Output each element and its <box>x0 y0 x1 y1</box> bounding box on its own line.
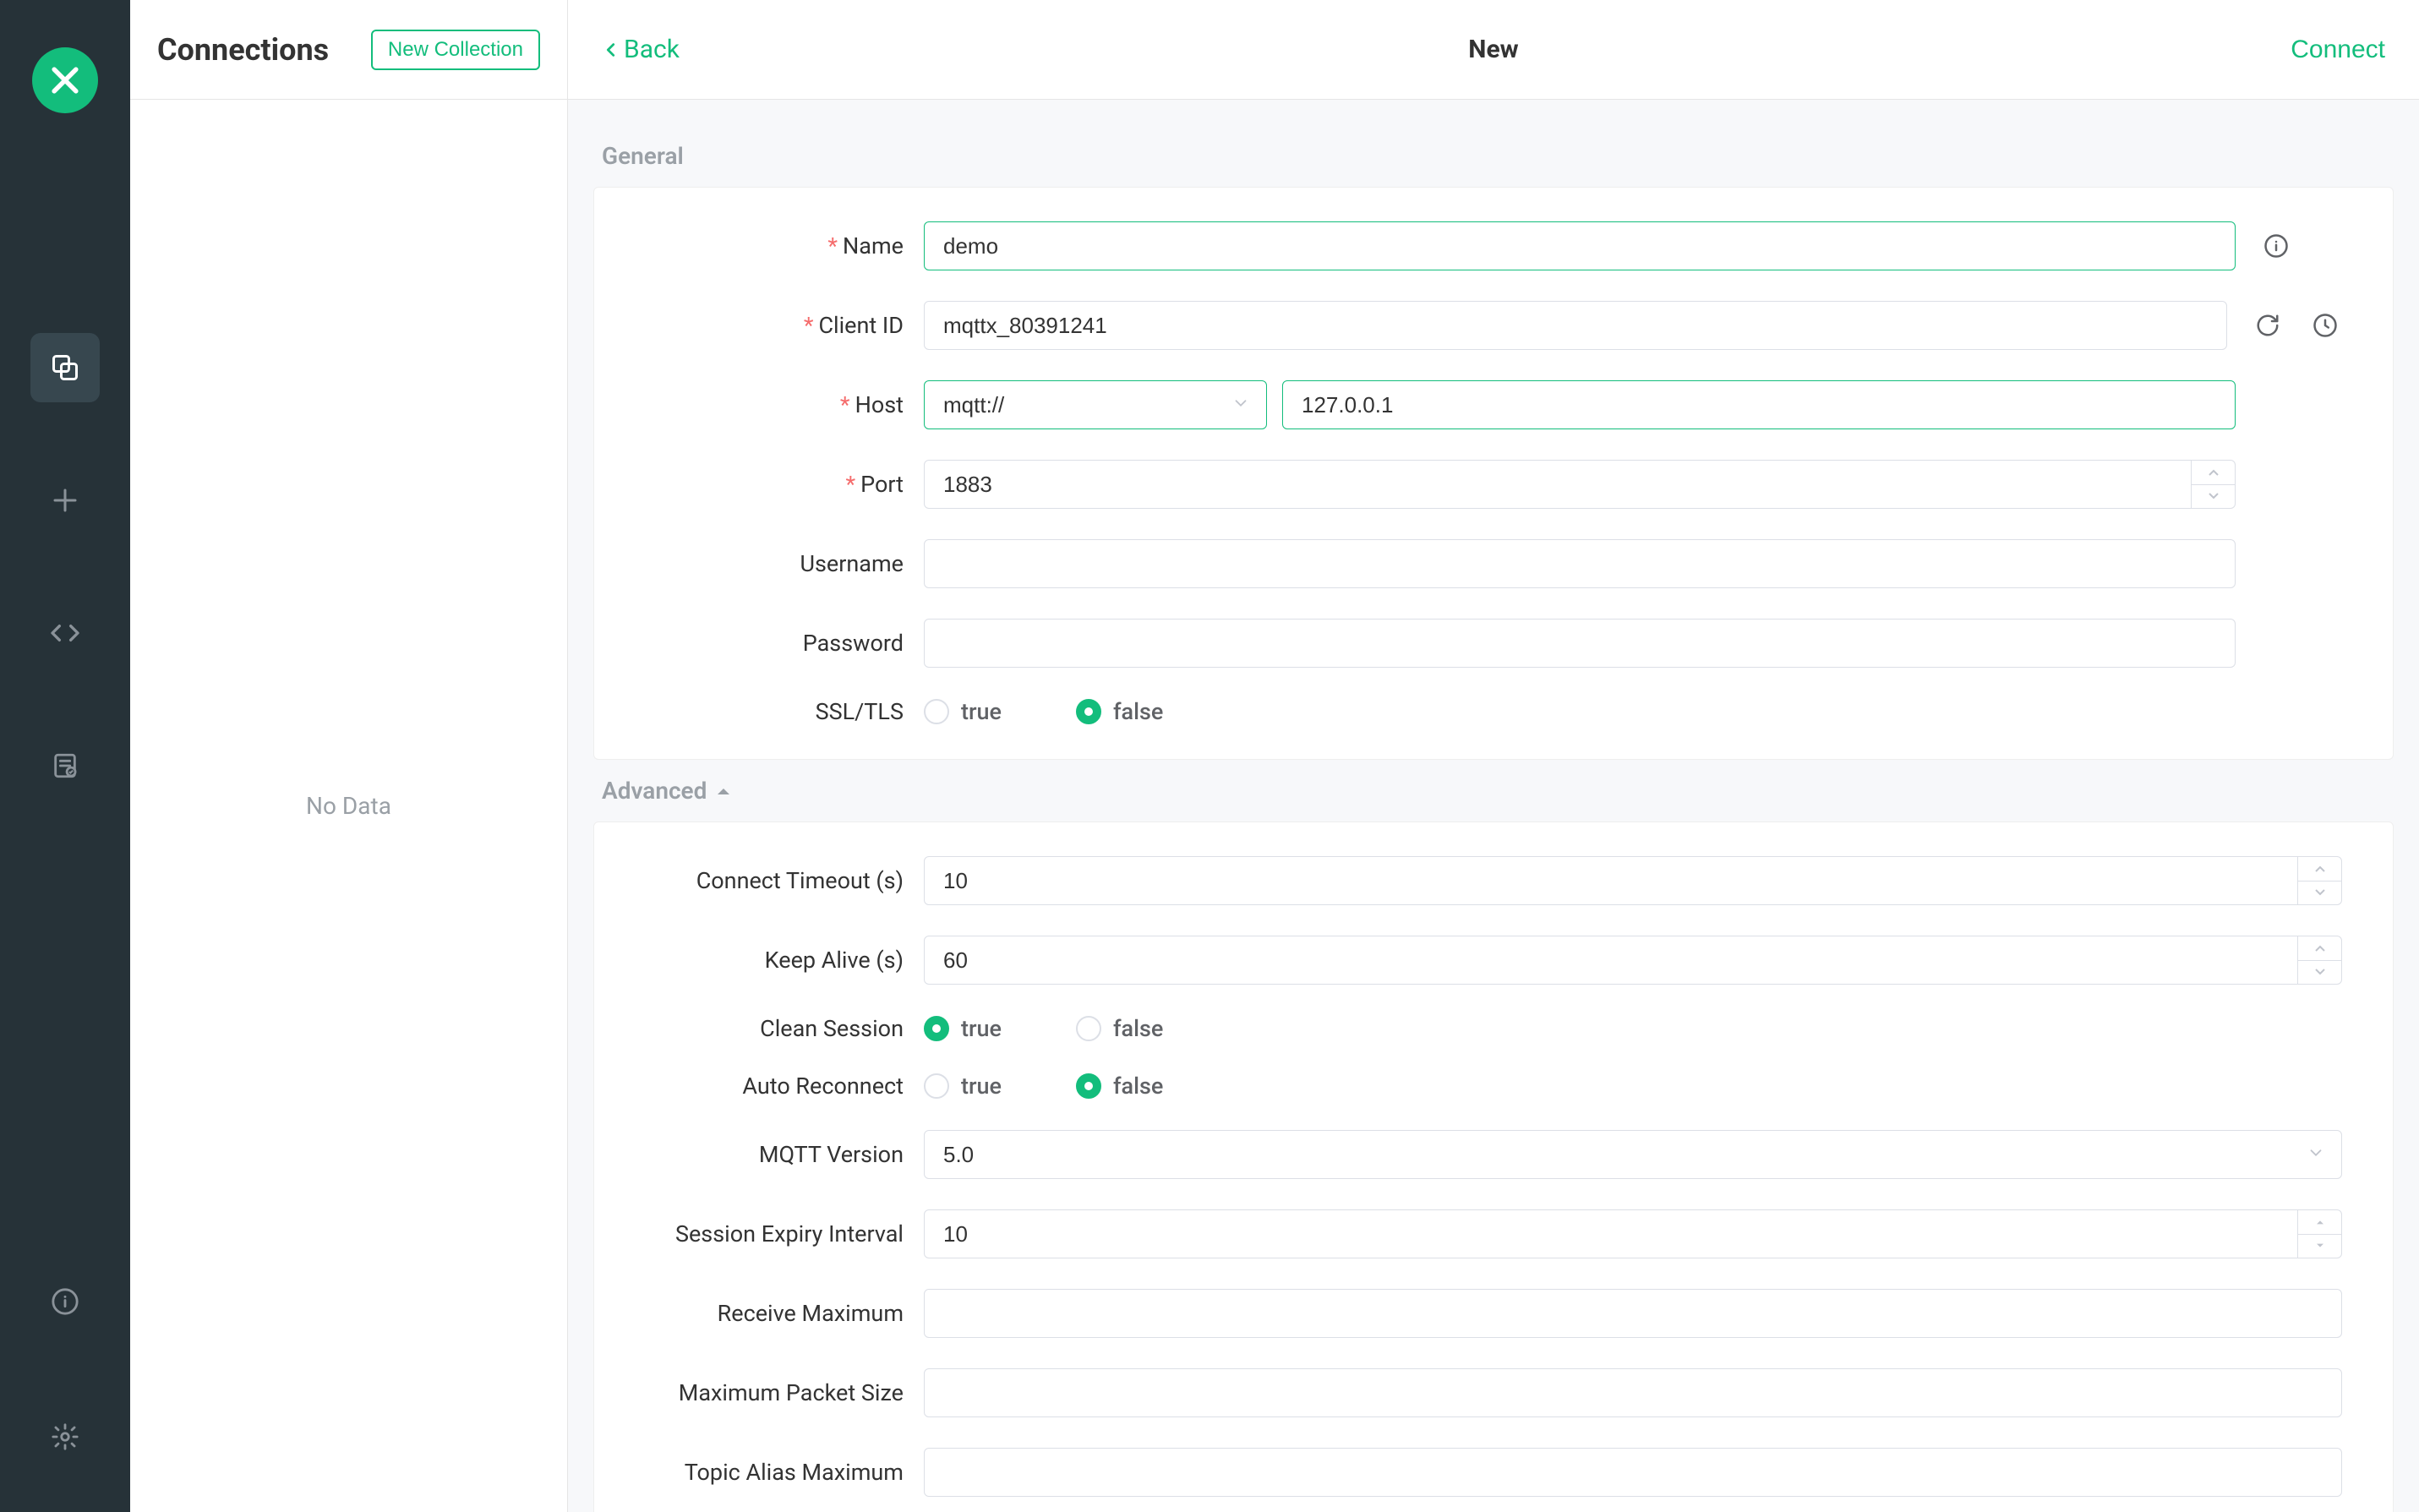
page-title: New <box>1468 35 1518 64</box>
label-receive-max: Receive Maximum <box>718 1300 904 1327</box>
mqtt-version-select[interactable] <box>924 1130 2342 1179</box>
new-collection-button[interactable]: New Collection <box>371 30 540 70</box>
keep-alive-input[interactable] <box>924 936 2342 985</box>
advanced-card: Connect Timeout (s) Keep Alive (s) <box>593 822 2394 1512</box>
chevron-left-icon <box>602 41 620 59</box>
client-id-input[interactable] <box>924 301 2227 350</box>
row-connect-timeout: Connect Timeout (s) <box>645 856 2342 905</box>
host-input[interactable] <box>1282 380 2236 429</box>
protocol-select[interactable] <box>924 380 1267 429</box>
connect-timeout-up[interactable] <box>2298 857 2341 882</box>
app-logo <box>32 47 98 113</box>
label-client-id: Client ID <box>818 312 904 339</box>
nav-script-icon[interactable] <box>30 598 100 668</box>
username-input[interactable] <box>924 539 2236 588</box>
label-auto-reconnect: Auto Reconnect <box>742 1073 904 1100</box>
row-max-packet-size: Maximum Packet Size <box>645 1368 2342 1417</box>
back-button[interactable]: Back <box>602 35 680 64</box>
sidebar-header: Connections New Collection <box>130 0 567 100</box>
port-input[interactable] <box>924 460 2236 509</box>
label-ssl: SSL/TLS <box>816 698 904 725</box>
label-username: Username <box>800 550 904 577</box>
row-auto-reconnect: Auto Reconnect true false <box>645 1073 2342 1100</box>
sidebar-empty-state: No Data <box>130 100 567 1512</box>
row-session-expiry: Session Expiry Interval <box>645 1209 2342 1258</box>
auto-reconnect-radio-true[interactable]: true <box>924 1073 1002 1100</box>
session-expiry-input[interactable] <box>924 1209 2342 1258</box>
connect-timeout-input[interactable] <box>924 856 2342 905</box>
label-password: Password <box>803 630 904 657</box>
label-topic-alias-max: Topic Alias Maximum <box>685 1459 904 1486</box>
row-client-id: *Client ID <box>645 301 2342 350</box>
port-stepper-up[interactable] <box>2192 461 2235 485</box>
receive-max-input[interactable] <box>924 1289 2342 1338</box>
label-keep-alive: Keep Alive (s) <box>765 947 904 974</box>
section-advanced-title[interactable]: Advanced <box>602 777 2394 805</box>
ssl-radio-true[interactable]: true <box>924 698 1002 725</box>
nav-new-icon[interactable] <box>30 466 100 535</box>
history-icon[interactable] <box>2308 308 2342 342</box>
info-icon[interactable] <box>2259 229 2293 263</box>
nav-connections-icon[interactable] <box>30 333 100 402</box>
auto-reconnect-radio-false[interactable]: false <box>1076 1073 1163 1100</box>
row-name: *Name <box>645 221 2342 270</box>
nav-settings-icon[interactable] <box>30 1402 100 1471</box>
keep-alive-down[interactable] <box>2298 961 2341 985</box>
label-port: Port <box>860 471 904 498</box>
label-name: Name <box>843 232 904 259</box>
label-host: Host <box>855 391 904 418</box>
port-stepper-down[interactable] <box>2192 485 2235 509</box>
ssl-radio-false[interactable]: false <box>1076 698 1163 725</box>
clean-session-radio-false[interactable]: false <box>1076 1015 1163 1042</box>
general-card: *Name *Client ID <box>593 187 2394 760</box>
sidebar-title: Connections <box>157 32 329 68</box>
main-panel: Back New Connect General *Name *Client I… <box>568 0 2419 1512</box>
row-mqtt-version: MQTT Version <box>645 1130 2342 1179</box>
row-host: *Host <box>645 380 2342 429</box>
connections-sidebar: Connections New Collection No Data <box>130 0 568 1512</box>
nav-about-icon[interactable] <box>30 1267 100 1336</box>
session-expiry-down[interactable] <box>2298 1235 2341 1258</box>
topbar: Back New Connect <box>568 0 2419 100</box>
row-username: Username <box>645 539 2342 588</box>
row-topic-alias-maximum: Topic Alias Maximum <box>645 1448 2342 1497</box>
clean-session-radio-true[interactable]: true <box>924 1015 1002 1042</box>
back-label: Back <box>624 35 680 64</box>
refresh-icon[interactable] <box>2251 308 2285 342</box>
topic-alias-max-input[interactable] <box>924 1448 2342 1497</box>
row-keep-alive: Keep Alive (s) <box>645 936 2342 985</box>
section-general-title: General <box>602 142 2394 170</box>
name-input[interactable] <box>924 221 2236 270</box>
keep-alive-up[interactable] <box>2298 936 2341 961</box>
label-connect-timeout: Connect Timeout (s) <box>696 867 904 894</box>
row-clean-session: Clean Session true false <box>645 1015 2342 1042</box>
row-receive-maximum: Receive Maximum <box>645 1289 2342 1338</box>
icon-rail <box>0 0 130 1512</box>
session-expiry-up[interactable] <box>2298 1210 2341 1235</box>
row-port: *Port <box>645 460 2342 509</box>
nav-log-icon[interactable] <box>30 731 100 800</box>
label-mqtt-version: MQTT Version <box>759 1141 904 1168</box>
caret-up-icon <box>715 784 732 798</box>
connect-timeout-down[interactable] <box>2298 882 2341 905</box>
label-session-expiry: Session Expiry Interval <box>675 1220 904 1247</box>
row-ssl: SSL/TLS true false <box>645 698 2342 725</box>
connect-button[interactable]: Connect <box>2291 35 2385 64</box>
label-clean-session: Clean Session <box>760 1015 904 1042</box>
row-password: Password <box>645 619 2342 668</box>
password-input[interactable] <box>924 619 2236 668</box>
max-packet-input[interactable] <box>924 1368 2342 1417</box>
label-max-packet: Maximum Packet Size <box>679 1379 904 1406</box>
form-content: General *Name *Client ID <box>568 100 2419 1512</box>
